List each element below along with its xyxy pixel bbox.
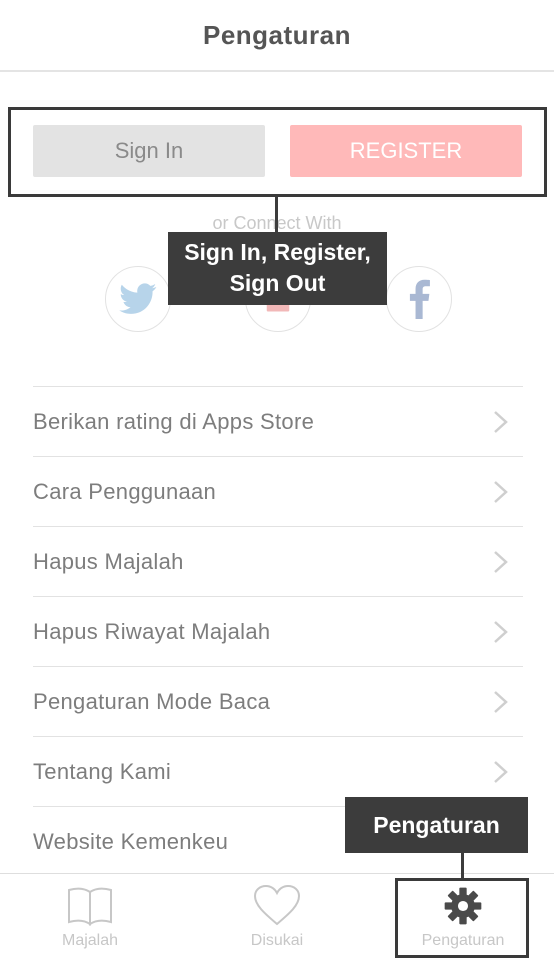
page-title: Pengaturan (202, 19, 352, 50)
menu-item-label: Hapus Majalah (33, 548, 184, 574)
auth-annotation-label: Sign In, Register, Sign Out (168, 232, 387, 305)
tab-disukai[interactable]: Disukai (202, 874, 352, 959)
annotation-line: Sign Out (229, 270, 326, 296)
chevron-right-icon (494, 480, 508, 503)
auth-callout-box (8, 107, 547, 197)
tab-majalah[interactable]: Majalah (15, 874, 165, 959)
menu-item-rating[interactable]: Berikan rating di Apps Store (33, 387, 523, 457)
heart-icon (253, 884, 301, 926)
menu-item-label: Hapus Riwayat Majalah (33, 618, 271, 644)
settings-callout-connector (461, 853, 464, 879)
settings-annotation-label: Pengaturan (345, 797, 528, 853)
menu-item-usage-guide[interactable]: Cara Penggunaan (33, 457, 523, 527)
auth-callout-connector (275, 196, 278, 232)
chevron-right-icon (494, 550, 508, 573)
header-bar: Pengaturan (0, 0, 554, 72)
chevron-right-icon (494, 620, 508, 643)
chevron-right-icon (494, 410, 508, 433)
twitter-button[interactable] (105, 266, 171, 332)
chevron-right-icon (494, 690, 508, 713)
facebook-button[interactable] (386, 266, 452, 332)
twitter-icon (119, 283, 157, 314)
menu-item-label: Berikan rating di Apps Store (33, 408, 315, 434)
book-icon (68, 887, 112, 926)
menu-item-label: Website Kemenkeu (33, 828, 229, 854)
annotation-line: Sign In, Register, (184, 239, 371, 265)
menu-item-delete-magazine[interactable]: Hapus Majalah (33, 527, 523, 597)
tab-label: Majalah (61, 932, 119, 949)
menu-item-label: Pengaturan Mode Baca (33, 688, 271, 714)
menu-item-label: Tentang Kami (33, 758, 172, 784)
menu-item-label: Cara Penggunaan (33, 478, 217, 504)
tab-label: Disukai (250, 932, 304, 949)
menu-item-delete-history[interactable]: Hapus Riwayat Majalah (33, 597, 523, 667)
menu-item-reading-mode[interactable]: Pengaturan Mode Baca (33, 667, 523, 737)
settings-callout-box (395, 878, 529, 958)
facebook-icon (409, 279, 430, 319)
chevron-right-icon (494, 760, 508, 783)
